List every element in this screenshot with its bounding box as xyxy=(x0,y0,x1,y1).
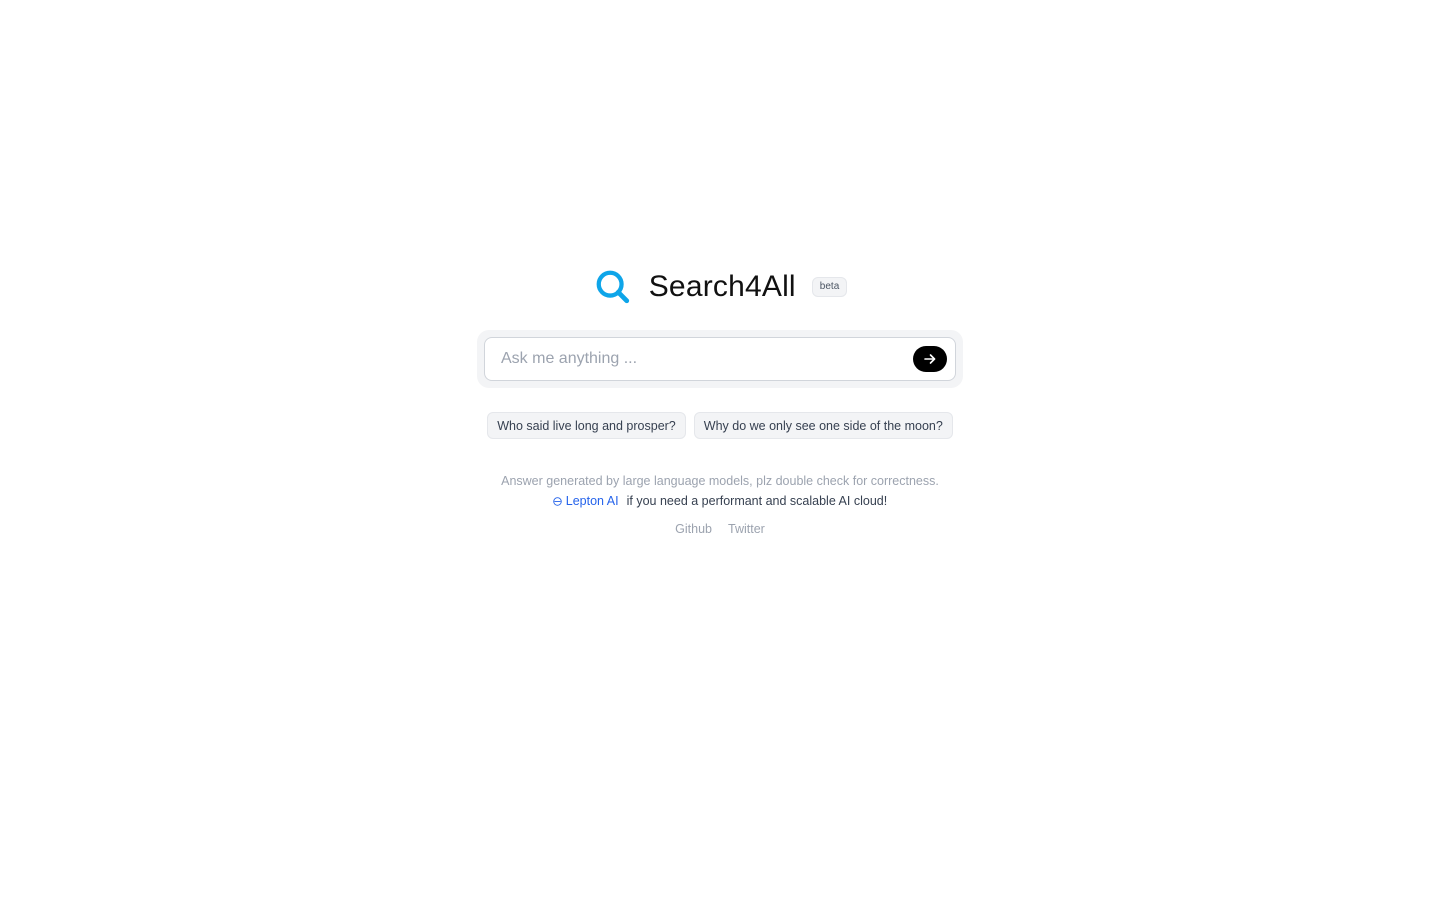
submit-button[interactable] xyxy=(913,346,947,372)
lepton-ai-link[interactable]: Lepton AI xyxy=(553,491,619,511)
search-box xyxy=(484,337,956,381)
lepton-logo-icon xyxy=(553,496,566,506)
suggestions: Who said live long and prosper? Why do w… xyxy=(487,412,953,439)
search-container xyxy=(477,330,963,388)
main-content: Search4All beta Who said live long and p… xyxy=(0,0,1440,539)
promo-row: Lepton AI if you need a performant and s… xyxy=(553,491,887,511)
footer-links: Github Twitter xyxy=(675,519,765,539)
suggestion-chip[interactable]: Why do we only see one side of the moon? xyxy=(693,412,953,439)
twitter-link[interactable]: Twitter xyxy=(728,519,765,539)
beta-badge: beta xyxy=(811,277,848,297)
lepton-ai-link-label: Lepton AI xyxy=(565,494,619,508)
page: Search4All beta Who said live long and p… xyxy=(0,0,1440,900)
arrow-right-icon xyxy=(923,352,937,366)
search-icon xyxy=(593,267,633,307)
suggestion-chip[interactable]: Who said live long and prosper? xyxy=(487,412,686,439)
search-input[interactable] xyxy=(485,338,913,380)
promo-text: if you need a performant and scalable AI… xyxy=(626,494,888,508)
disclaimer-text: Answer generated by large language model… xyxy=(501,474,939,488)
brand-title: Search4All xyxy=(648,270,796,303)
github-link[interactable]: Github xyxy=(675,519,712,539)
logo-row: Search4All beta xyxy=(593,266,848,308)
